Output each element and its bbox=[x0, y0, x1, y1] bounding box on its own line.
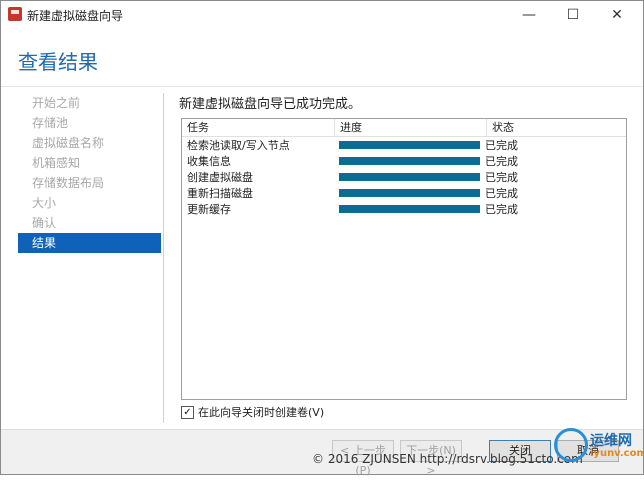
create-volume-checkbox[interactable]: ✓ bbox=[181, 405, 194, 419]
progress-bar bbox=[339, 173, 480, 181]
table-row[interactable]: 检索池读取/写入节点 已完成 bbox=[182, 137, 626, 153]
table-row[interactable]: 更新缓存 已完成 bbox=[182, 201, 626, 217]
progress-bar bbox=[339, 189, 480, 197]
progress-fill bbox=[339, 189, 480, 197]
table-row[interactable]: 重新扫描磁盘 已完成 bbox=[182, 185, 626, 201]
progress-cell bbox=[334, 205, 480, 213]
logo-subtext: iyunv.com bbox=[590, 448, 644, 459]
create-volume-label[interactable]: 在此向导关闭时创建卷(V) bbox=[198, 404, 324, 420]
progress-fill bbox=[339, 205, 480, 213]
site-logo: 运维网 iyunv.com bbox=[554, 426, 644, 470]
logo-ring-icon bbox=[554, 428, 588, 462]
progress-cell bbox=[334, 157, 480, 165]
sidebar-step[interactable]: 虚拟磁盘名称 bbox=[18, 133, 161, 153]
sidebar-step[interactable]: 机箱感知 bbox=[18, 153, 161, 173]
minimize-button[interactable]: — bbox=[507, 1, 551, 29]
watermark-text: © 2016 ZJUNSEN http://rdsrv.blog.51cto.c… bbox=[312, 452, 583, 466]
table-row[interactable]: 创建虚拟磁盘 已完成 bbox=[182, 169, 626, 185]
header-divider bbox=[1, 86, 643, 87]
column-header-status[interactable]: 状态 bbox=[487, 119, 626, 136]
status-cell: 已完成 bbox=[485, 187, 518, 200]
disk-app-icon bbox=[8, 7, 22, 21]
wizard-steps: 开始之前 存储池 虚拟磁盘名称 机箱感知 存储数据布局 大小 确认 结果 bbox=[18, 93, 161, 253]
wizard-window: 新建虚拟磁盘向导 — ☐ ✕ 查看结果 开始之前 存储池 虚拟磁盘名称 机箱感知 存储数… bbox=[0, 0, 644, 477]
results-table: 任务 进度 状态 检索池读取/写入节点 已完成 收集信息 已完成 创建虚拟磁盘 已完成 重新… bbox=[181, 118, 627, 400]
main-content: 新建虚拟磁盘向导已成功完成。 任务 进度 状态 检索池读取/写入节点 已完成 收集信… bbox=[179, 93, 643, 419]
sidebar-step[interactable]: 确认 bbox=[18, 213, 161, 233]
task-cell: 更新缓存 bbox=[187, 203, 231, 216]
sidebar-step[interactable]: 存储数据布局 bbox=[18, 173, 161, 193]
progress-fill bbox=[339, 173, 480, 181]
create-volume-option[interactable]: ✓ 在此向导关闭时创建卷(V) bbox=[181, 404, 324, 420]
task-cell: 检索池读取/写入节点 bbox=[187, 139, 290, 152]
column-header-task[interactable]: 任务 bbox=[182, 119, 335, 136]
progress-cell bbox=[334, 173, 480, 181]
status-cell: 已完成 bbox=[485, 155, 518, 168]
table-body: 检索池读取/写入节点 已完成 收集信息 已完成 创建虚拟磁盘 已完成 重新扫描磁盘 已完成 更新… bbox=[182, 137, 626, 217]
status-cell: 已完成 bbox=[485, 203, 518, 216]
progress-bar bbox=[339, 157, 480, 165]
sidebar-step[interactable]: 结果 bbox=[18, 233, 161, 253]
progress-fill bbox=[339, 157, 480, 165]
column-header-progress[interactable]: 进度 bbox=[335, 119, 487, 136]
maximize-button[interactable]: ☐ bbox=[551, 1, 595, 29]
status-cell: 已完成 bbox=[485, 171, 518, 184]
task-cell: 创建虚拟磁盘 bbox=[187, 171, 253, 184]
page-title: 查看结果 bbox=[18, 50, 98, 74]
table-header: 任务 进度 状态 bbox=[182, 119, 626, 137]
success-message: 新建虚拟磁盘向导已成功完成。 bbox=[179, 97, 362, 112]
task-cell: 重新扫描磁盘 bbox=[187, 187, 253, 200]
title-bar: 新建虚拟磁盘向导 — ☐ ✕ bbox=[1, 1, 643, 29]
progress-fill bbox=[339, 141, 480, 149]
table-row[interactable]: 收集信息 已完成 bbox=[182, 153, 626, 169]
status-cell: 已完成 bbox=[485, 139, 518, 152]
sidebar-step[interactable]: 存储池 bbox=[18, 113, 161, 133]
window-title: 新建虚拟磁盘向导 bbox=[27, 9, 124, 23]
sidebar-divider bbox=[163, 93, 164, 423]
logo-text: 运维网 bbox=[590, 433, 632, 449]
page-header: 查看结果 bbox=[1, 29, 643, 86]
progress-bar bbox=[339, 205, 480, 213]
progress-cell bbox=[334, 141, 480, 149]
close-window-button[interactable]: ✕ bbox=[595, 1, 639, 29]
sidebar-step[interactable]: 开始之前 bbox=[18, 93, 161, 113]
task-cell: 收集信息 bbox=[187, 155, 231, 168]
progress-cell bbox=[334, 189, 480, 197]
sidebar-step[interactable]: 大小 bbox=[18, 193, 161, 213]
progress-bar bbox=[339, 141, 480, 149]
